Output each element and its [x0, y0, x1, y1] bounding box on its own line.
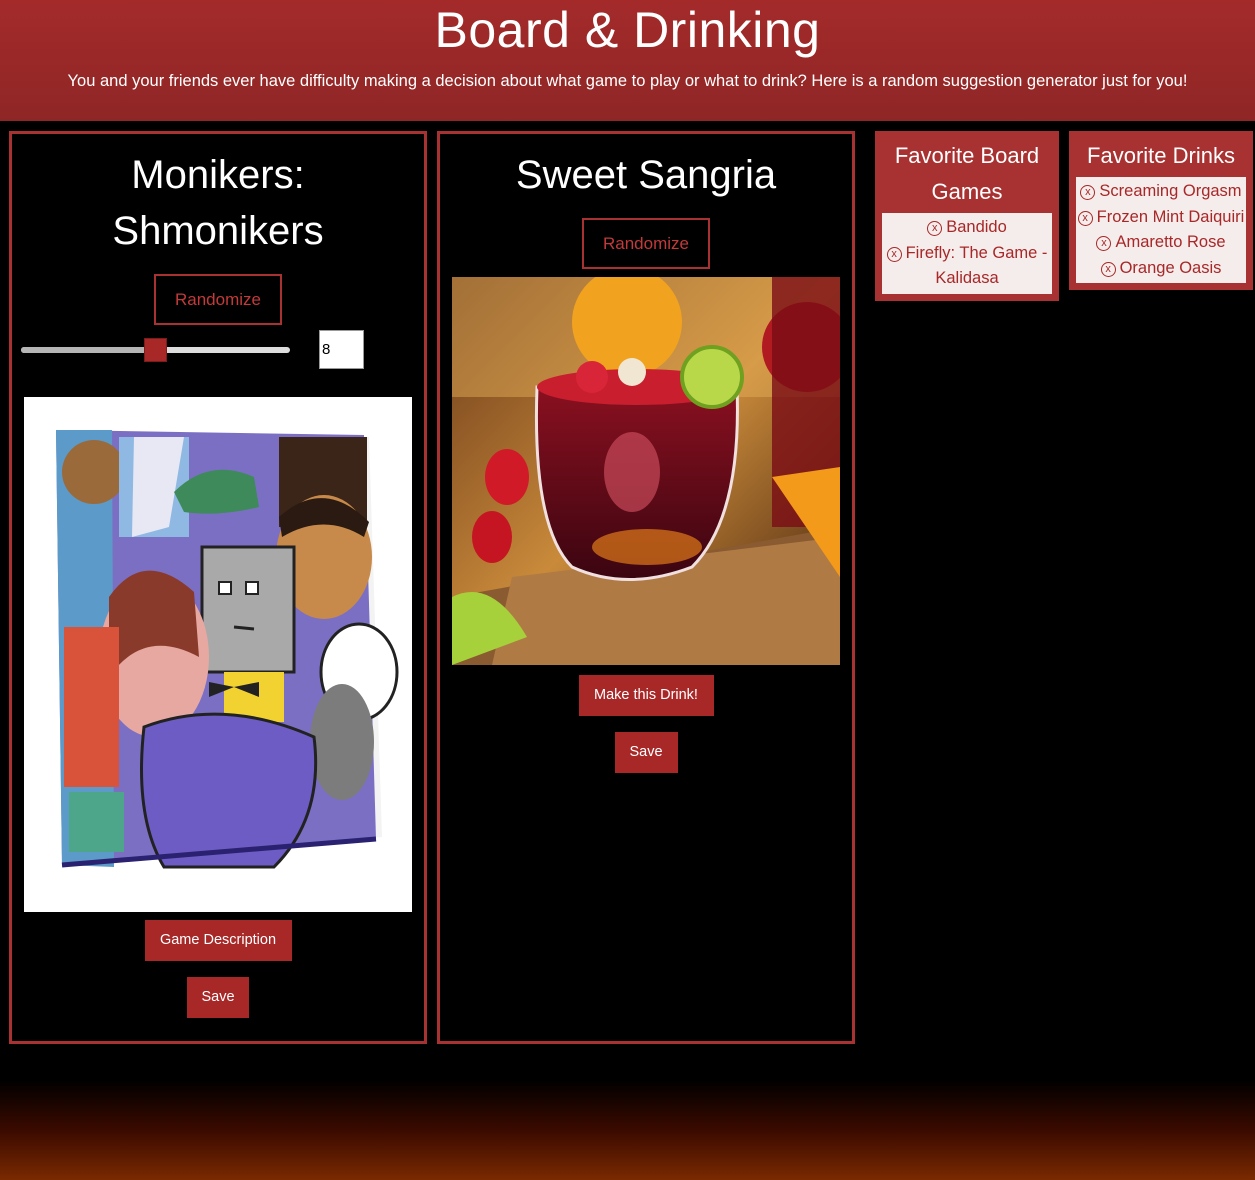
favorite-drink-label[interactable]: Screaming Orgasm — [1099, 182, 1241, 200]
favorite-drinks-panel: Favorite Drinks x Screaming Orgasm x Froze… — [1069, 131, 1253, 290]
favorite-game-label[interactable]: Kalidasa — [935, 269, 998, 287]
favorite-drinks-list: x Screaming Orgasm x Frozen Mint Daiquiri … — [1076, 177, 1246, 283]
favorite-games-title-line1: Favorite Board — [894, 143, 1040, 168]
game-box-image — [24, 397, 412, 912]
remove-icon[interactable]: x — [1080, 185, 1096, 200]
favorite-game-label[interactable]: Firefly: The Game - — [906, 244, 1048, 262]
favorite-game-item-continued: Kalidasa — [882, 266, 1052, 292]
make-drink-button[interactable]: Make this Drink! — [578, 675, 714, 716]
remove-icon[interactable]: x — [1100, 261, 1116, 277]
page-header: Board & Drinking You and your friends ev… — [0, 0, 1255, 121]
drink-image — [452, 277, 840, 665]
favorite-game-item: x Bandido — [882, 215, 1052, 241]
remove-icon[interactable]: x — [1077, 210, 1093, 226]
game-title-line1: Monikers: — [131, 153, 305, 197]
player-count-control — [21, 330, 421, 370]
favorite-drink-item: x Amaretto Rose — [1076, 230, 1246, 256]
favorite-drinks-title: Favorite Drinks — [1087, 143, 1235, 168]
player-count-slider[interactable] — [21, 338, 290, 362]
favorite-game-label[interactable]: Bandido — [946, 218, 1007, 236]
game-title: Monikers: Shmonikers — [12, 147, 424, 259]
favorite-games-title: Favorite Board Games — [882, 138, 1052, 210]
game-randomize-button[interactable]: Randomize — [154, 274, 282, 325]
favorite-drink-label[interactable]: Amaretto Rose — [1115, 233, 1225, 251]
game-description-button[interactable]: Game Description — [144, 920, 292, 961]
remove-icon[interactable]: x — [1096, 236, 1112, 251]
remove-icon[interactable]: x — [886, 246, 902, 262]
page-title: Board & Drinking — [434, 2, 821, 58]
save-game-button[interactable]: Save — [187, 977, 249, 1018]
slider-thumb[interactable] — [144, 338, 167, 362]
favorite-drink-item: x Screaming Orgasm — [1076, 179, 1246, 205]
page-subtitle: You and your friends ever have difficult… — [67, 72, 1188, 90]
drink-randomize-button[interactable]: Randomize — [582, 218, 710, 269]
save-drink-button[interactable]: Save — [614, 732, 678, 773]
game-panel: Monikers: Shmonikers Randomize 8 Game De… — [9, 131, 427, 1044]
remove-icon[interactable]: x — [927, 221, 943, 236]
favorite-games-title-line2: Games — [931, 179, 1003, 204]
slider-fill — [21, 347, 156, 353]
favorite-games-list: x Bandido x Firefly: The Game - Kalidasa — [882, 213, 1052, 294]
favorite-drink-item: x Frozen Mint Daiquiri — [1076, 205, 1246, 231]
favorite-games-panel: Favorite Board Games x Bandido x Firefly: … — [875, 131, 1059, 301]
drink-title: Sweet Sangria — [515, 153, 777, 197]
player-count-input[interactable] — [319, 330, 364, 369]
favorite-drink-label[interactable]: Orange Oasis — [1120, 259, 1222, 277]
drink-panel: Sweet Sangria Randomize Make this Drink!… — [437, 131, 855, 1044]
favorite-drink-label[interactable]: Frozen Mint Daiquiri — [1097, 208, 1245, 226]
favorite-drink-item: x Orange Oasis — [1076, 256, 1246, 282]
favorite-game-item: x Firefly: The Game - — [882, 241, 1052, 267]
game-title-line2: Shmonikers — [112, 209, 324, 253]
